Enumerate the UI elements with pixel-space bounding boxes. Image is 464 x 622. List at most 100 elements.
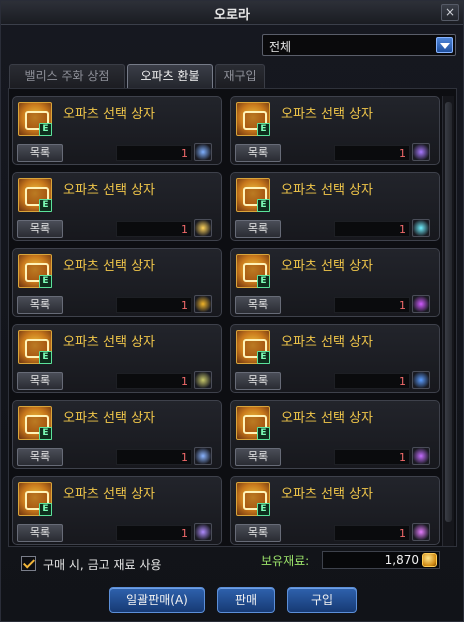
star-burst-icon[interactable] <box>194 219 212 237</box>
violet-fairy-icon[interactable] <box>412 447 430 465</box>
ooparts-badge-icon: E <box>39 275 52 288</box>
sell-button[interactable]: 판매 <box>217 587 275 613</box>
spiral-icon[interactable] <box>194 143 212 161</box>
ooparts-badge-icon: E <box>257 275 270 288</box>
item-name: 오파츠 선택 상자 <box>63 487 155 502</box>
shop-window: 오로라 × 전체 밸리스 주화 상점 오파츠 환불 재구입 E 오파츠 선택 상자… <box>0 0 464 622</box>
item-name: 오파츠 선택 상자 <box>281 411 373 426</box>
ooparts-badge-icon: E <box>39 351 52 364</box>
quantity-box: 1 <box>116 221 192 237</box>
item-name: 오파츠 선택 상자 <box>63 335 155 350</box>
item-card[interactable]: E 오파츠 선택 상자 목록 1 <box>230 172 440 241</box>
item-quantity: 1 <box>399 147 406 160</box>
item-name: 오파츠 선택 상자 <box>63 411 155 426</box>
item-quantity: 1 <box>181 299 188 312</box>
item-card[interactable]: E 오파츠 선택 상자목록 1 <box>12 400 222 469</box>
dropdown-arrow-icon[interactable] <box>436 37 453 53</box>
ooparts-badge-icon: E <box>257 123 270 136</box>
item-list-button[interactable]: 목록 <box>235 524 281 542</box>
item-quantity: 1 <box>181 527 188 540</box>
ooparts-badge-icon: E <box>39 503 52 516</box>
ooparts-badge-icon: E <box>39 199 52 212</box>
tab-rebuy[interactable]: 재구입 <box>215 64 265 88</box>
pink-spark-icon[interactable] <box>412 523 430 541</box>
ooparts-badge-icon: E <box>39 123 52 136</box>
item-quantity: 1 <box>399 299 406 312</box>
item-card[interactable]: E 오파츠 선택 상자 목록 1 <box>12 172 222 241</box>
item-name: 오파츠 선택 상자 <box>63 107 155 122</box>
item-list-button[interactable]: 목록 <box>17 220 63 238</box>
bulk-sell-button[interactable]: 일괄판매(A) <box>109 587 205 613</box>
feather-icon[interactable] <box>194 523 212 541</box>
item-quantity: 1 <box>399 223 406 236</box>
ooparts-badge-icon: E <box>257 427 270 440</box>
item-list-button[interactable]: 목록 <box>17 448 63 466</box>
window-title: 오로라 <box>214 8 250 23</box>
quantity-box: 1 <box>334 145 410 161</box>
coin-icon <box>422 553 437 567</box>
item-list-button[interactable]: 목록 <box>235 448 281 466</box>
dragon-icon[interactable] <box>412 143 430 161</box>
item-quantity: 1 <box>181 375 188 388</box>
crystal-flower-icon[interactable] <box>412 219 430 237</box>
quantity-box: 1 <box>334 221 410 237</box>
purple-gem-icon[interactable] <box>412 295 430 313</box>
item-quantity: 1 <box>181 147 188 160</box>
item-name: 오파츠 선택 상자 <box>281 107 373 122</box>
item-name: 오파츠 선택 상자 <box>281 487 373 502</box>
item-quantity: 1 <box>181 223 188 236</box>
item-list-button[interactable]: 목록 <box>235 144 281 162</box>
item-list-button[interactable]: 목록 <box>235 372 281 390</box>
quantity-box: 1 <box>334 525 410 541</box>
category-filter-select[interactable]: 전체 <box>262 34 456 56</box>
quantity-box: 1 <box>116 145 192 161</box>
tab-coin-shop[interactable]: 밸리스 주화 상점 <box>9 64 125 88</box>
buy-button[interactable]: 구입 <box>287 587 357 613</box>
use-storage-label: 구매 시, 금고 재료 사용 <box>43 558 162 572</box>
gold-box-icon[interactable] <box>194 295 212 313</box>
quantity-box: 1 <box>116 297 192 313</box>
item-quantity: 1 <box>399 375 406 388</box>
blue-orb-icon[interactable] <box>412 371 430 389</box>
item-name: 오파츠 선택 상자 <box>281 183 373 198</box>
item-name: 오파츠 선택 상자 <box>281 259 373 274</box>
item-card[interactable]: E 오파츠 선택 상자목록 1 <box>12 324 222 393</box>
item-card[interactable]: E 오파츠 선택 상자목록 1 <box>230 96 440 165</box>
gear-coin-icon[interactable] <box>194 371 212 389</box>
item-name: 오파츠 선택 상자 <box>63 259 155 274</box>
holdings-value: 1,870 <box>384 553 419 567</box>
close-button[interactable]: × <box>441 4 459 21</box>
quantity-box: 1 <box>116 373 192 389</box>
item-card[interactable]: E 오파츠 선택 상자목록 1 <box>12 96 222 165</box>
holdings-box: 1,870 <box>322 551 440 569</box>
lightning-icon[interactable] <box>194 447 212 465</box>
quantity-box: 1 <box>334 297 410 313</box>
item-card[interactable]: E 오파츠 선택 상자목록 1 <box>230 400 440 469</box>
use-storage-checkbox[interactable] <box>21 556 36 571</box>
item-card[interactable]: E 오파츠 선택 상자목록 1 <box>230 248 440 317</box>
item-card[interactable]: E 오파츠 선택 상자목록 1 <box>230 324 440 393</box>
quantity-box: 1 <box>334 373 410 389</box>
quantity-box: 1 <box>116 525 192 541</box>
ooparts-badge-icon: E <box>257 351 270 364</box>
ooparts-badge-icon: E <box>39 427 52 440</box>
item-list-button[interactable]: 목록 <box>17 524 63 542</box>
scrollbar-thumb[interactable] <box>445 102 452 522</box>
item-name: 오파츠 선택 상자 <box>281 335 373 350</box>
ooparts-badge-icon: E <box>257 503 270 516</box>
quantity-box: 1 <box>116 449 192 465</box>
title-bar[interactable]: 오로라 × <box>1 1 463 25</box>
filter-selected-value: 전체 <box>269 40 292 54</box>
item-card[interactable]: E 오파츠 선택 상자목록 1 <box>12 248 222 317</box>
item-card[interactable]: E 오파츠 선택 상자목록 1 <box>12 476 222 545</box>
tab-ooparts-refund[interactable]: 오파츠 환불 <box>127 64 213 88</box>
item-list-button[interactable]: 목록 <box>17 372 63 390</box>
item-card[interactable]: E 오파츠 선택 상자목록 1 <box>230 476 440 545</box>
scrollbar[interactable] <box>442 96 454 546</box>
quantity-box: 1 <box>334 449 410 465</box>
item-list-button[interactable]: 목록 <box>235 220 281 238</box>
item-list-button[interactable]: 목록 <box>235 296 281 314</box>
item-list-button[interactable]: 목록 <box>17 296 63 314</box>
item-list-button[interactable]: 목록 <box>17 144 63 162</box>
holdings-label: 보유재료: <box>261 554 310 568</box>
